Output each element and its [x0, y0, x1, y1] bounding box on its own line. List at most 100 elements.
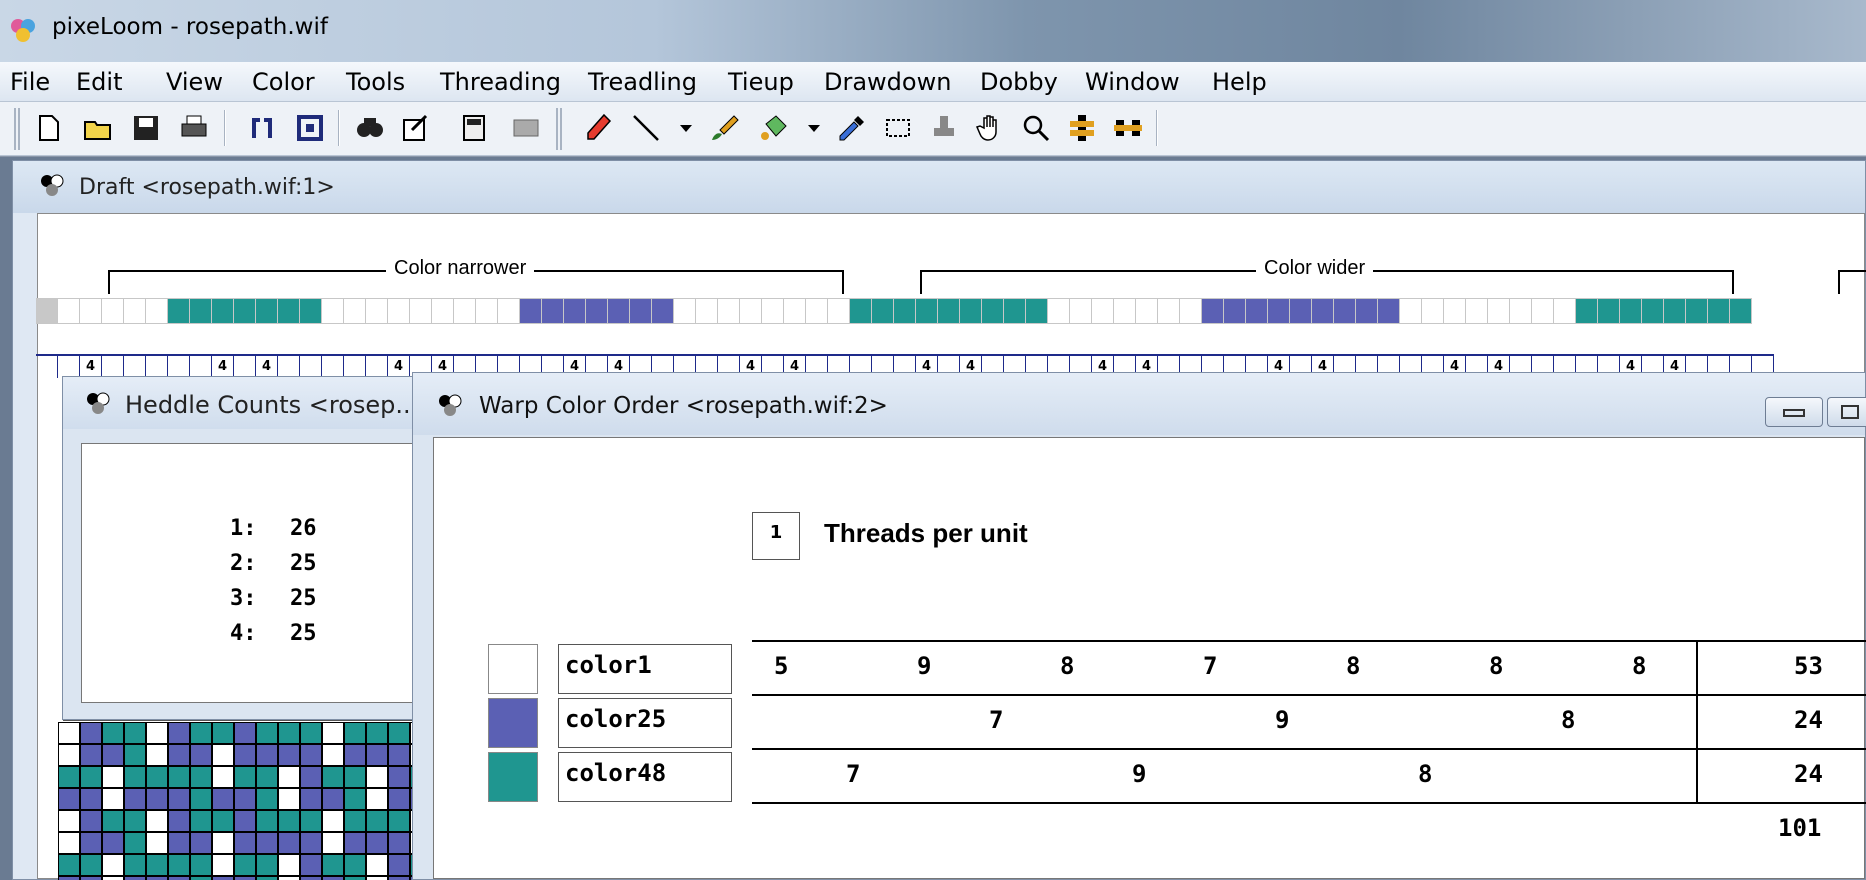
warp-color-cell[interactable]	[146, 298, 168, 324]
warp-color-cell[interactable]	[1708, 298, 1730, 324]
threading-cell[interactable]	[322, 356, 344, 378]
pencil-icon[interactable]	[580, 110, 616, 146]
color1-swatch[interactable]	[488, 644, 538, 694]
threading-cell[interactable]: 4	[80, 356, 102, 378]
menu-drawdown[interactable]: Drawdown	[824, 68, 951, 96]
threading-cell[interactable]	[36, 356, 58, 378]
warp-color-cell[interactable]	[1422, 298, 1444, 324]
threading-cell[interactable]	[58, 356, 80, 378]
threading-cell[interactable]	[300, 356, 322, 378]
warp-color-cell[interactable]	[938, 298, 960, 324]
calculator-icon[interactable]	[456, 110, 492, 146]
menu-help[interactable]: Help	[1212, 68, 1267, 96]
color25-swatch[interactable]	[488, 698, 538, 748]
restore-button[interactable]	[1827, 397, 1866, 427]
eyedropper-icon[interactable]	[834, 110, 870, 146]
warp-caption[interactable]: Warp Color Order <rosepath.wif:2>	[413, 373, 1866, 435]
warp-color-cell[interactable]	[1510, 298, 1532, 324]
warp-color-cell[interactable]	[256, 298, 278, 324]
warp-color-cell[interactable]	[1554, 298, 1576, 324]
tieup-icon[interactable]	[292, 110, 328, 146]
threads-per-unit-input[interactable]: 1	[752, 512, 800, 560]
dobby-icon[interactable]	[1110, 110, 1146, 146]
menu-file[interactable]: File	[10, 68, 50, 96]
warp-color-cell[interactable]	[1532, 298, 1554, 324]
threading-icon[interactable]	[244, 110, 280, 146]
save-icon[interactable]	[128, 110, 164, 146]
warp-color-cell[interactable]	[1004, 298, 1026, 324]
warp-color-cell[interactable]	[278, 298, 300, 324]
warp-color-cell[interactable]	[1730, 298, 1752, 324]
properties-icon[interactable]	[398, 110, 434, 146]
warp-color-cell[interactable]	[630, 298, 652, 324]
warp-color-cell[interactable]	[674, 298, 696, 324]
color48-swatch[interactable]	[488, 752, 538, 802]
warp-color-cell[interactable]	[1444, 298, 1466, 324]
paint-brush-icon[interactable]	[706, 110, 742, 146]
warp-color-cell[interactable]	[1642, 298, 1664, 324]
pattern-icon[interactable]	[508, 110, 544, 146]
threading-cell[interactable]: 4	[212, 356, 234, 378]
menu-dobby[interactable]: Dobby	[980, 68, 1058, 96]
warp-color-cell[interactable]	[1400, 298, 1422, 324]
warp-color-cell[interactable]	[1312, 298, 1334, 324]
warp-color-cell[interactable]	[1026, 298, 1048, 324]
warp-color-cell[interactable]	[1136, 298, 1158, 324]
toolbar-grip[interactable]	[556, 108, 562, 150]
line-dropdown-chevron-icon[interactable]	[668, 110, 704, 146]
warp-color-cell[interactable]	[1092, 298, 1114, 324]
minimize-button[interactable]	[1765, 397, 1823, 427]
warp-color-cell[interactable]	[234, 298, 256, 324]
threading-cell[interactable]	[124, 356, 146, 378]
menu-view[interactable]: View	[166, 68, 223, 96]
threading-cell[interactable]	[146, 356, 168, 378]
warp-color-cell[interactable]	[806, 298, 828, 324]
warp-color-cell[interactable]	[718, 298, 740, 324]
warp-color-cell[interactable]	[960, 298, 982, 324]
warp-color-cell[interactable]	[1356, 298, 1378, 324]
menu-threading[interactable]: Threading	[440, 68, 561, 96]
warp-color-cell[interactable]	[652, 298, 674, 324]
warp-color-cell[interactable]	[102, 298, 124, 324]
warp-color-cell[interactable]	[36, 298, 58, 324]
select-rect-icon[interactable]	[880, 110, 916, 146]
warp-color-cell[interactable]	[608, 298, 630, 324]
warp-color-cell[interactable]	[410, 298, 432, 324]
warp-color-cell[interactable]	[212, 298, 234, 324]
threading-cell[interactable]	[168, 356, 190, 378]
warp-color-cell[interactable]	[850, 298, 872, 324]
menu-treadling[interactable]: Treadling	[588, 68, 697, 96]
warp-color-cell[interactable]	[366, 298, 388, 324]
warp-color-cell[interactable]	[1070, 298, 1092, 324]
warp-color-cell[interactable]	[1576, 298, 1598, 324]
warp-color-order-window[interactable]: Warp Color Order <rosepath.wif:2> 1 Thre…	[412, 372, 1866, 880]
warp-color-cell[interactable]	[828, 298, 850, 324]
warp-color-cell[interactable]	[1488, 298, 1510, 324]
warp-color-cell[interactable]	[388, 298, 410, 324]
draft-caption[interactable]: Draft <rosepath.wif:1>	[13, 161, 1865, 213]
warp-color-cell[interactable]	[1620, 298, 1642, 324]
warp-color-cell[interactable]	[1378, 298, 1400, 324]
warp-color-cell[interactable]	[696, 298, 718, 324]
stamp-icon[interactable]	[926, 110, 962, 146]
warp-color-cell[interactable]	[1246, 298, 1268, 324]
warp-color-cell[interactable]	[542, 298, 564, 324]
menu-window[interactable]: Window	[1085, 68, 1180, 96]
warp-color-cell[interactable]	[80, 298, 102, 324]
toolbar-grip[interactable]	[14, 108, 20, 150]
warp-color-cell[interactable]	[1686, 298, 1708, 324]
warp-color-cell[interactable]	[894, 298, 916, 324]
open-icon[interactable]	[80, 110, 116, 146]
warp-color-cell[interactable]	[1224, 298, 1246, 324]
warp-color-cell[interactable]	[586, 298, 608, 324]
new-icon[interactable]	[30, 110, 66, 146]
warp-color-cell[interactable]	[432, 298, 454, 324]
warp-color-cell[interactable]	[1158, 298, 1180, 324]
threading-cell[interactable]	[102, 356, 124, 378]
warp-color-cell[interactable]	[982, 298, 1004, 324]
threading-cell[interactable]	[234, 356, 256, 378]
warp-color-cell[interactable]	[1202, 298, 1224, 324]
menu-edit[interactable]: Edit	[76, 68, 122, 96]
warp-color-cell[interactable]	[1268, 298, 1290, 324]
warp-color-cell[interactable]	[762, 298, 784, 324]
